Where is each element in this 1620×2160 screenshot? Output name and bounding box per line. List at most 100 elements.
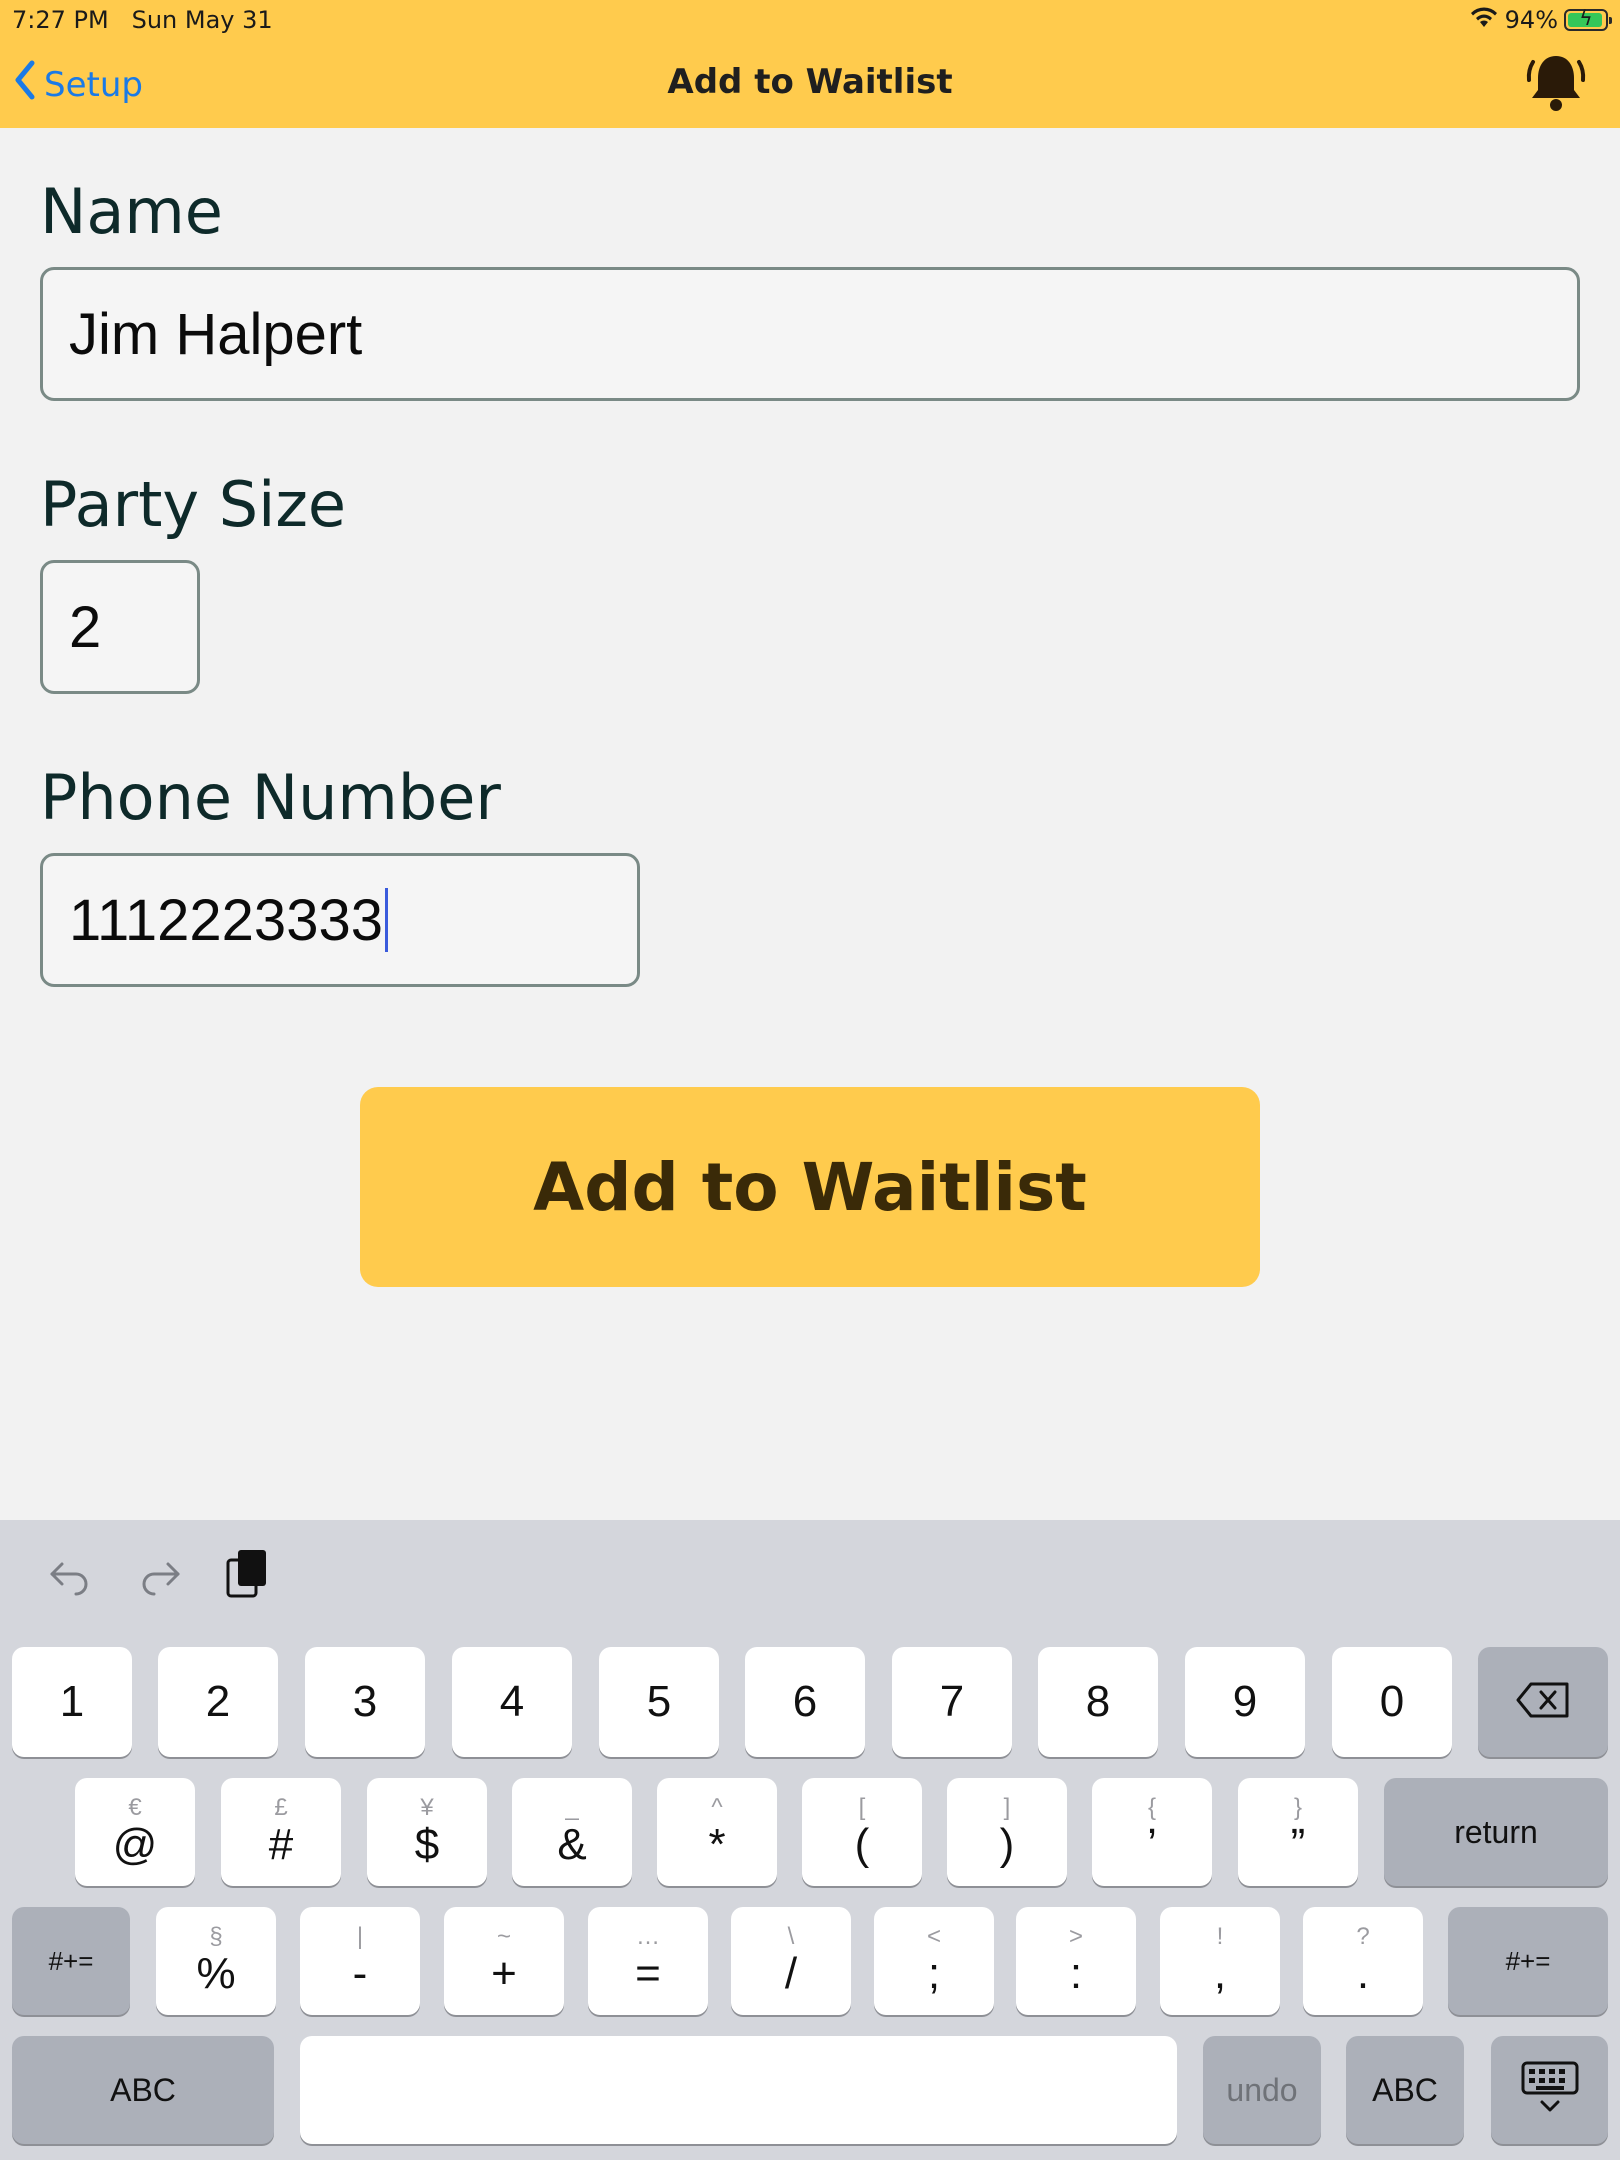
key-alt-label: > [1068, 1923, 1083, 1950]
name-value: Jim Halpert [69, 301, 363, 367]
key-label: #+= [48, 1945, 94, 1976]
keyboard-dismiss-icon [1520, 2060, 1580, 2121]
symbols-key-left[interactable]: #+= [12, 1907, 130, 2015]
key-symbol[interactable]: \ / [731, 1907, 851, 2015]
key-label: : [1069, 1949, 1083, 1998]
key-symbol[interactable]: <; [874, 1907, 994, 2015]
key-symbol[interactable]: … = [588, 1907, 708, 2015]
key-label: , [1213, 1949, 1227, 1998]
key-label: #+= [1505, 1945, 1551, 1976]
party-size-field[interactable]: 2 [40, 560, 200, 694]
party-size-label: Party Size [40, 468, 347, 541]
key-2[interactable]: 2 [158, 1647, 278, 1757]
status-indicators: 94% ϟ [1469, 5, 1612, 35]
key-label: 5 [646, 1677, 672, 1726]
key-label: % [196, 1949, 236, 1998]
wifi-icon [1469, 5, 1499, 35]
key-label: - [352, 1949, 368, 1998]
key-label: 3 [352, 1677, 378, 1726]
dismiss-keyboard-key[interactable] [1491, 2036, 1608, 2144]
key-symbol[interactable]: !, [1160, 1907, 1280, 2015]
abc-key-right[interactable]: ABC [1346, 2036, 1464, 2144]
key-alt-label: < [926, 1923, 941, 1950]
key-symbol[interactable]: ?. [1303, 1907, 1423, 2015]
page-title: Add to Waitlist [667, 62, 953, 102]
key-alt-label: ? [1356, 1923, 1370, 1950]
key-label: ” [1290, 1820, 1306, 1869]
key-1[interactable]: 1 [12, 1647, 132, 1757]
key-label: 4 [499, 1677, 525, 1726]
redo-icon[interactable] [136, 1550, 184, 1602]
undo-key[interactable]: undo [1203, 2036, 1321, 2144]
key-symbol[interactable]: £ # [221, 1778, 341, 1886]
key-alt-label: ] [1003, 1794, 1011, 1821]
key-5[interactable]: 5 [599, 1647, 719, 1757]
key-label: 6 [792, 1677, 818, 1726]
key-symbol[interactable]: ~ + [444, 1907, 564, 2015]
key-symbol[interactable]: _ & [512, 1778, 632, 1886]
key-label: ) [999, 1820, 1015, 1869]
on-screen-keyboard: 1 2 3 4 5 6 7 8 9 0 € @ £ # ¥ $ _ & ^ *[(]){’}” return #+= §% |… [0, 1520, 1620, 2160]
name-field[interactable]: Jim Halpert [40, 267, 1580, 401]
key-alt-label: … [636, 1923, 660, 1950]
party-size-value: 2 [69, 594, 102, 660]
key-label: 8 [1085, 1677, 1111, 1726]
key-symbol[interactable]: }” [1238, 1778, 1358, 1886]
key-symbol[interactable]: € @ [75, 1778, 195, 1886]
key-4[interactable]: 4 [452, 1647, 572, 1757]
key-alt-label: € [128, 1794, 142, 1821]
add-to-waitlist-button[interactable]: Add to Waitlist [360, 1087, 1260, 1287]
key-label: undo [1226, 2071, 1298, 2108]
key-label: 9 [1232, 1677, 1258, 1726]
key-label: = [635, 1949, 661, 1998]
key-alt-label: ¥ [420, 1794, 434, 1821]
key-symbol[interactable]: ¥ $ [367, 1778, 487, 1886]
key-alt-label: { [1147, 1794, 1156, 1821]
space-bar[interactable] [300, 2036, 1177, 2144]
undo-icon[interactable] [46, 1550, 94, 1602]
key-symbol[interactable]: ]) [947, 1778, 1067, 1886]
phone-number-field[interactable]: 1112223333 [40, 853, 640, 987]
key-symbol[interactable]: >: [1016, 1907, 1136, 2015]
key-alt-label: | [356, 1923, 364, 1950]
key-label: ’ [1147, 1820, 1157, 1869]
key-label: # [268, 1820, 294, 1869]
key-3[interactable]: 3 [305, 1647, 425, 1757]
key-label: ABC [110, 2071, 176, 2108]
abc-key-left[interactable]: ABC [12, 2036, 274, 2144]
key-alt-label: \ [787, 1923, 795, 1950]
key-symbol[interactable]: §% [156, 1907, 276, 2015]
paste-icon[interactable] [224, 1546, 272, 1606]
battery-icon: ϟ [1564, 6, 1612, 31]
key-label: 7 [939, 1677, 965, 1726]
phone-number-value: 1112223333 [69, 887, 383, 953]
key-label: return [1454, 1813, 1538, 1850]
key-label: $ [414, 1820, 440, 1869]
battery-percent: 94% [1504, 6, 1558, 34]
symbols-key-right[interactable]: #+= [1448, 1907, 1608, 2015]
phone-number-label: Phone Number [40, 761, 501, 834]
key-7[interactable]: 7 [892, 1647, 1012, 1757]
key-label: + [491, 1949, 517, 1998]
bell-icon [1524, 56, 1588, 118]
app-screen: 7:27 PM Sun May 31 94% ϟ Setup Add to Wa… [0, 0, 1620, 2160]
key-alt-label: } [1293, 1794, 1302, 1821]
key-symbol[interactable]: {’ [1092, 1778, 1212, 1886]
key-symbol[interactable]: ^ * [657, 1778, 777, 1886]
key-6[interactable]: 6 [745, 1647, 865, 1757]
key-label: 0 [1379, 1677, 1405, 1726]
key-9[interactable]: 9 [1185, 1647, 1305, 1757]
delete-key[interactable] [1478, 1647, 1608, 1757]
key-8[interactable]: 8 [1038, 1647, 1158, 1757]
key-0[interactable]: 0 [1332, 1647, 1452, 1757]
status-time: 7:27 PM Sun May 31 [12, 6, 273, 34]
key-label: ( [854, 1820, 870, 1869]
key-symbol[interactable]: | - [300, 1907, 420, 2015]
key-label: 1 [59, 1677, 85, 1726]
name-label: Name [40, 175, 223, 248]
text-caret [384, 888, 388, 952]
return-key[interactable]: return [1384, 1778, 1608, 1886]
notifications-button[interactable] [1524, 50, 1588, 118]
key-alt-label: ! [1216, 1923, 1224, 1950]
key-symbol[interactable]: [( [802, 1778, 922, 1886]
